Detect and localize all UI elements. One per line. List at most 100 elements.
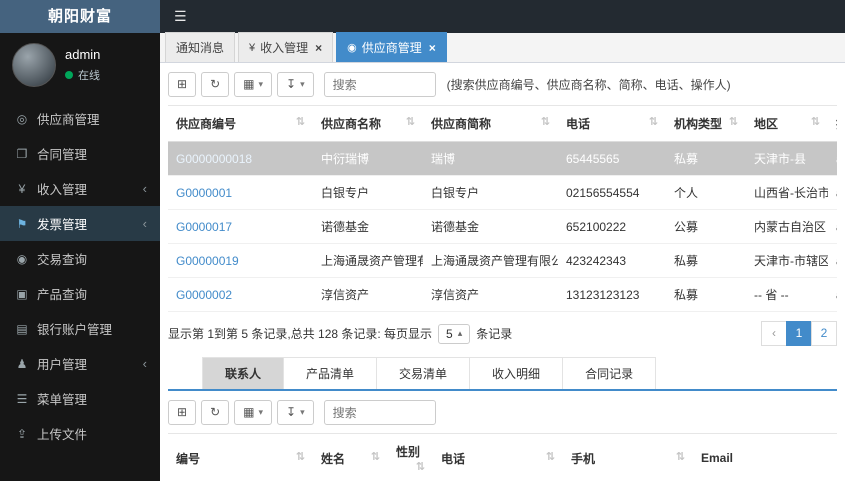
columns-button[interactable]: ▦ ▾ <box>234 400 272 425</box>
col-supplier-short[interactable]: 供应商简称 ⇅ <box>423 106 558 142</box>
supplier-id-link[interactable]: G0000017 <box>176 220 232 234</box>
sidebar-item-menu-mgmt[interactable]: ☰ 菜单管理 <box>0 381 160 416</box>
col-supplier-id[interactable]: 供应商编号 ⇅ <box>168 106 313 142</box>
tab-supplier-mgmt[interactable]: ◉ 供应商管理 × <box>336 32 447 62</box>
export-button[interactable]: ↧ ▾ <box>277 72 314 97</box>
page-size-dropdown[interactable]: 5 ▴ <box>438 323 471 344</box>
toggle-view-button[interactable]: ⊞ <box>168 72 197 97</box>
sort-icon: ⇅ <box>540 116 550 128</box>
subtab-products[interactable]: 产品清单 <box>283 357 378 389</box>
brand-title: 朝阳财富 <box>0 0 160 33</box>
suppliers-pagination: 显示第 1到第 5 条记录,总共 128 条记录: 每页显示 5 ▴ 条记录 ‹… <box>168 312 837 354</box>
col-name[interactable]: 姓名 ⇅ <box>313 434 388 481</box>
income-icon: ¥ <box>18 181 26 196</box>
sidebar-item-product-query[interactable]: ▣ 产品查询 <box>0 276 160 311</box>
sidebar: 朝阳财富 admin 在线 ◎ 供应商管理 ❐ 合同管理 ¥ 收入管理 ‹ ⚑ … <box>0 0 160 481</box>
tab-income-mgmt[interactable]: ¥ 收入管理 × <box>238 32 334 62</box>
subtab-income-detail[interactable]: 收入明细 <box>469 357 564 389</box>
topbar: ☰ <box>160 0 845 33</box>
bank-icon: ▤ <box>16 321 28 336</box>
suppliers-search-input[interactable] <box>323 72 436 97</box>
supplier-id-link[interactable]: G00000019 <box>176 254 239 268</box>
subtab-contacts[interactable]: 联系人 <box>202 357 285 389</box>
sidebar-item-label: 上传文件 <box>37 428 88 442</box>
contacts-header-row: 编号 ⇅ 姓名 ⇅ 性别 ⇅ 电话 ⇅ 手机 ⇅ Email <box>168 434 837 481</box>
sidebar-item-label: 合同管理 <box>37 148 88 162</box>
sidebar-item-supplier-mgmt[interactable]: ◎ 供应商管理 <box>0 101 160 136</box>
pager: ‹ 1 2 <box>761 321 837 346</box>
sidebar-item-label: 菜单管理 <box>37 393 88 407</box>
sort-icon: ⇅ <box>415 461 425 473</box>
toggle-view-icon: ⊞ <box>177 405 188 420</box>
col-org-type[interactable]: 机构类型 ⇅ <box>666 106 746 142</box>
sidebar-item-trade-query[interactable]: ◉ 交易查询 <box>0 241 160 276</box>
table-row[interactable]: G0000017 诺德基金 诺德基金 652100222 公募 内蒙古自治区 a <box>168 209 837 244</box>
export-button[interactable]: ↧ ▾ <box>277 400 314 425</box>
caret-down-icon: ▾ <box>300 79 305 90</box>
col-gender[interactable]: 性别 ⇅ <box>388 434 433 481</box>
product-icon: ▣ <box>16 286 28 301</box>
subtab-trades[interactable]: 交易清单 <box>376 357 471 389</box>
tab-label: 收入管理 <box>260 41 309 55</box>
table-row[interactable]: G00000019 上海通晟资产管理有限公司 上海通晟资产管理有限公司 4232… <box>168 243 837 278</box>
col-mobile[interactable]: 手机 ⇅ <box>563 434 693 481</box>
hamburger-icon[interactable]: ☰ <box>174 8 187 25</box>
col-email[interactable]: Email <box>693 434 837 481</box>
pagination-info: 显示第 1到第 5 条记录,总共 128 条记录: 每页显示 <box>168 327 433 341</box>
refresh-icon: ↻ <box>210 405 221 420</box>
chevron-left-icon: ‹ <box>142 181 147 196</box>
caret-down-icon: ▾ <box>258 407 263 418</box>
sort-icon: ⇅ <box>370 450 380 463</box>
page-2-button[interactable]: 2 <box>811 321 837 346</box>
sort-icon: ⇅ <box>810 116 820 128</box>
contacts-search-input[interactable] <box>323 400 436 425</box>
sidebar-item-income-mgmt[interactable]: ¥ 收入管理 ‹ <box>0 171 160 206</box>
caret-up-icon: ▴ <box>457 328 463 338</box>
supplier-id-link[interactable]: G0000002 <box>176 288 232 302</box>
sidebar-item-bank-account-mgmt[interactable]: ▤ 银行账户管理 <box>0 311 160 346</box>
sort-icon: ⇅ <box>295 116 305 128</box>
menu-icon: ☰ <box>16 391 28 406</box>
close-icon[interactable]: × <box>315 41 322 55</box>
user-panel: admin 在线 <box>0 33 160 99</box>
toggle-view-button[interactable]: ⊞ <box>168 400 197 425</box>
page-1-button[interactable]: 1 <box>786 321 812 346</box>
sidebar-item-user-mgmt[interactable]: ♟ 用户管理 ‹ <box>0 346 160 381</box>
user-status: 在线 <box>65 67 100 83</box>
main-content: ⊞ ↻ ▦ ▾ ↧ ▾ (搜索供应商编号、供应商名称、简称、电话、操作人) 供应… <box>160 63 845 481</box>
user-name: admin <box>65 47 101 62</box>
contacts-table: 编号⇅ 姓名⇅ 性别⇅ 电话⇅ 手机⇅ Email G0000000018001… <box>168 434 837 481</box>
refresh-button[interactable]: ↻ <box>201 400 230 425</box>
columns-button[interactable]: ▦ ▾ <box>234 72 272 97</box>
suppliers-header-row: 供应商编号⇅ 供应商名称⇅ 供应商简称⇅ 电话⇅ 机构类型⇅ 地区⇅ 操作人 <box>168 106 837 142</box>
col-supplier-name[interactable]: 供应商名称 ⇅ <box>313 106 423 142</box>
sidebar-item-label: 供应商管理 <box>37 113 100 127</box>
table-row[interactable]: G0000001 白银专户 白银专户 02156554554 个人 山西省-长治… <box>168 175 837 210</box>
tab-label: 通知消息 <box>176 41 225 55</box>
close-icon[interactable]: × <box>429 41 436 55</box>
sidebar-item-label: 用户管理 <box>37 358 88 372</box>
caret-down-icon: ▾ <box>258 79 263 90</box>
table-row[interactable]: G0000002 淳信资产 淳信资产 13123123123 私募 -- 省 -… <box>168 277 837 312</box>
sidebar-item-label: 交易查询 <box>37 253 88 267</box>
supplier-id-link[interactable]: G0000000018 <box>176 152 252 166</box>
sidebar-item-invoice-mgmt[interactable]: ⚑ 发票管理 ‹ <box>0 206 160 241</box>
table-row[interactable]: G0000000018 中衍瑞博 瑞博 65445565 私募 天津市-县 a <box>168 141 837 176</box>
tabbar: 通知消息 ¥ 收入管理 × ◉ 供应商管理 × <box>160 32 845 63</box>
col-contact-id[interactable]: 编号 ⇅ <box>168 434 313 481</box>
sidebar-item-upload-file[interactable]: ⇪ 上传文件 <box>0 416 160 451</box>
col-region[interactable]: 地区 ⇅ <box>746 106 828 142</box>
tab-notifications[interactable]: 通知消息 <box>165 32 236 62</box>
col-phone[interactable]: 电话 ⇅ <box>433 434 563 481</box>
col-operator[interactable]: 操作人 <box>828 106 837 142</box>
supplier-id-link[interactable]: G0000001 <box>176 186 232 200</box>
suppliers-table: 供应商编号⇅ 供应商名称⇅ 供应商简称⇅ 电话⇅ 机构类型⇅ 地区⇅ 操作人 G… <box>168 106 837 312</box>
refresh-button[interactable]: ↻ <box>201 72 230 97</box>
search-hint: (搜索供应商编号、供应商名称、简称、电话、操作人) <box>446 78 731 92</box>
export-icon: ↧ <box>286 405 297 420</box>
subtab-contract-records[interactable]: 合同记录 <box>562 357 657 389</box>
sidebar-item-contract-mgmt[interactable]: ❐ 合同管理 <box>0 136 160 171</box>
prev-page-button[interactable]: ‹ <box>761 321 787 346</box>
contacts-toolbar: ⊞ ↻ ▦ ▾ ↧ ▾ <box>168 391 837 433</box>
col-phone[interactable]: 电话 ⇅ <box>558 106 666 142</box>
